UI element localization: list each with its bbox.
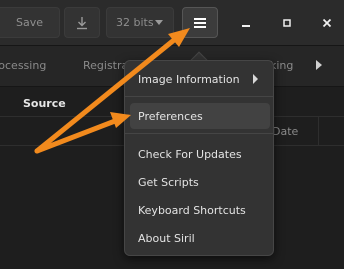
tab-registration[interactable]: Registra	[83, 59, 128, 72]
save-button[interactable]: Save	[0, 7, 60, 38]
export-button[interactable]	[64, 7, 100, 38]
maximize-icon	[283, 18, 291, 27]
tab-preprocessing[interactable]: rocessing	[0, 59, 46, 72]
menu-item-check-for-updates[interactable]: Check For Updates	[130, 141, 270, 167]
menu-item-label: Preferences	[138, 109, 203, 123]
hamburger-menu-icon	[194, 17, 206, 28]
menu-item-label: Image Information	[138, 72, 240, 86]
submenu-arrow-icon	[253, 74, 258, 84]
column-divider	[318, 117, 319, 145]
minimize-button[interactable]	[232, 7, 260, 38]
menu-item-label: Keyboard Shortcuts	[138, 203, 246, 217]
bit-depth-value: 32 bits	[116, 16, 154, 29]
date-column-header[interactable]: Date	[272, 125, 298, 138]
main-menu-button[interactable]	[182, 7, 218, 38]
menu-item-image-information[interactable]: Image Information	[130, 66, 270, 92]
menu-item-keyboard-shortcuts[interactable]: Keyboard Shortcuts	[130, 197, 270, 223]
export-icon	[77, 16, 87, 29]
menu-item-preferences[interactable]: Preferences	[130, 103, 270, 129]
menu-item-label: About Siril	[138, 231, 195, 245]
menu-item-label: Check For Updates	[138, 147, 242, 161]
menu-item-label: Get Scripts	[138, 175, 199, 189]
dropdown-caret-icon	[155, 20, 163, 25]
close-icon	[322, 18, 332, 27]
menu-item-get-scripts[interactable]: Get Scripts	[130, 169, 270, 195]
bit-depth-select[interactable]: 32 bits	[106, 7, 174, 38]
menu-divider	[125, 96, 273, 97]
menu-divider	[125, 133, 273, 134]
close-button[interactable]	[313, 7, 341, 38]
maximize-button[interactable]	[273, 7, 301, 38]
source-heading: Source	[23, 97, 66, 110]
main-menu-popover: Image Information Preferences Check For …	[124, 60, 274, 256]
tab-scroll-right-icon[interactable]	[316, 60, 322, 70]
header-bar: Save 32 bits	[0, 0, 344, 46]
minimize-icon	[242, 24, 250, 27]
menu-item-about-siril[interactable]: About Siril	[130, 225, 270, 251]
